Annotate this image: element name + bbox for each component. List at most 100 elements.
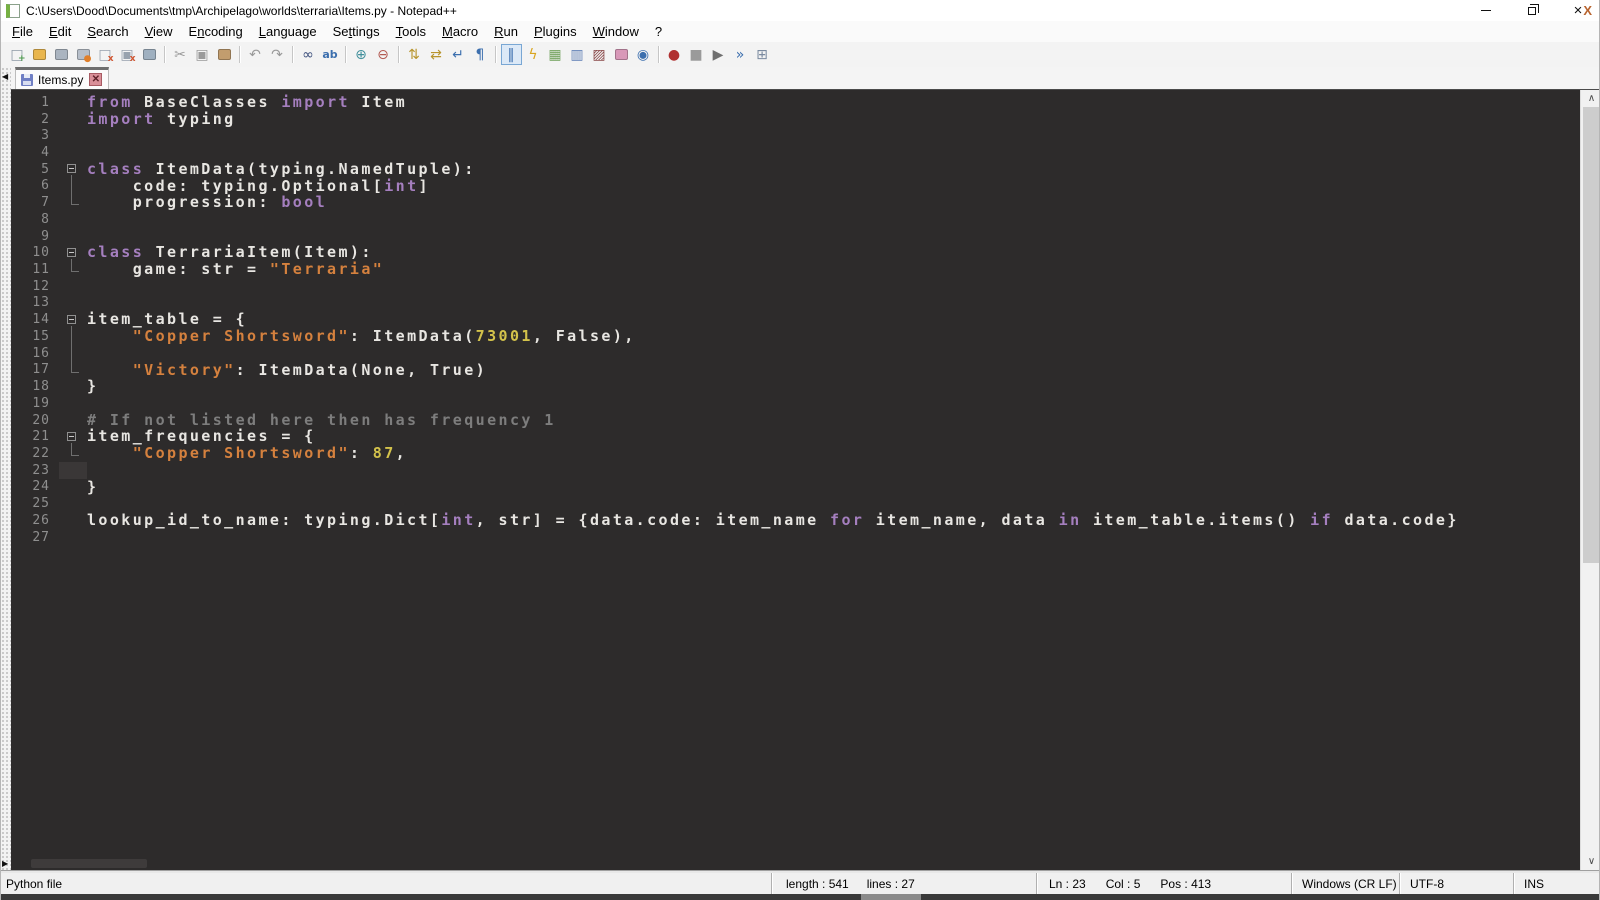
code-line-15[interactable]: 15 "Copper Shortsword": ItemData(73001, … <box>11 328 1580 345</box>
save-icon[interactable] <box>51 44 72 65</box>
code-line-20[interactable]: 20# If not listed here then has frequenc… <box>11 412 1580 429</box>
menu-language[interactable]: Language <box>251 21 325 42</box>
print-icon[interactable] <box>139 44 160 65</box>
close-document-x-button[interactable]: X <box>1583 3 1592 18</box>
sync-vertical-icon[interactable]: ⇅ <box>404 44 425 65</box>
code-line-9[interactable]: 9 <box>11 228 1580 245</box>
code-line-11[interactable]: 11 game: str = "Terraria" <box>11 261 1580 278</box>
fold-margin-start[interactable] <box>59 311 87 328</box>
editor-pane[interactable]: 1from BaseClasses import Item2import typ… <box>11 90 1600 870</box>
code-line-26[interactable]: 26lookup_id_to_name: typing.Dict[int, st… <box>11 512 1580 529</box>
vertical-scrollbar-thumb[interactable] <box>1583 107 1600 563</box>
open-file-icon[interactable] <box>29 44 50 65</box>
zoom-out-icon[interactable]: ⊖ <box>373 44 394 65</box>
code-line-25[interactable]: 25 <box>11 495 1580 512</box>
code-line-23[interactable]: 23 <box>11 462 1580 479</box>
show-all-characters-icon[interactable]: ¶ <box>470 44 491 65</box>
close-button[interactable]: × <box>1555 0 1600 21</box>
macro-play-icon[interactable]: ▶ <box>708 44 729 65</box>
menu-file[interactable]: File <box>4 21 41 42</box>
tab-items-py[interactable]: Items.py ✕ <box>15 67 109 89</box>
indent-guide-icon[interactable]: ‖ <box>501 44 522 65</box>
project-panel-icon[interactable] <box>611 44 632 65</box>
word-wrap-icon[interactable]: ↵ <box>448 44 469 65</box>
fold-margin <box>59 412 87 429</box>
new-file-icon[interactable]: □+ <box>7 44 28 65</box>
menu-run[interactable]: Run <box>486 21 526 42</box>
dock-right-arrow[interactable]: ▶ <box>2 860 8 868</box>
code-line-5[interactable]: 5class ItemData(typing.NamedTuple): <box>11 161 1580 178</box>
fold-collapse-box-icon[interactable] <box>67 164 76 173</box>
minimize-button[interactable] <box>1463 0 1509 21</box>
document-monitoring-icon[interactable]: ◉ <box>633 44 654 65</box>
replace-icon[interactable]: ab <box>320 44 341 65</box>
code-line-18[interactable]: 18} <box>11 378 1580 395</box>
zoom-in-icon[interactable]: ⊕ <box>351 44 372 65</box>
line-number: 23 <box>11 463 59 478</box>
code-line-12[interactable]: 12 <box>11 278 1580 295</box>
macro-stop-icon[interactable]: ■ <box>686 44 707 65</box>
find-icon[interactable]: ∞ <box>298 44 319 65</box>
menu-view[interactable]: View <box>137 21 181 42</box>
close-file-icon[interactable]: □x <box>95 44 116 65</box>
code-line-7[interactable]: 7 progression: bool <box>11 194 1580 211</box>
menu-edit[interactable]: Edit <box>41 21 79 42</box>
menu-tools[interactable]: Tools <box>388 21 434 42</box>
code-line-13[interactable]: 13 <box>11 295 1580 312</box>
close-all-icon[interactable]: ▣x <box>117 44 138 65</box>
scroll-up-arrow[interactable]: ∧ <box>1581 90 1600 107</box>
folder-as-workspace-icon[interactable]: ▨ <box>589 44 610 65</box>
fold-margin-start[interactable] <box>59 428 87 445</box>
undo-icon[interactable]: ↶ <box>245 44 266 65</box>
copy-icon[interactable]: ▣ <box>192 44 213 65</box>
menu-help[interactable]: ? <box>647 21 670 42</box>
fold-collapse-box-icon[interactable] <box>67 432 76 441</box>
menu-macro[interactable]: Macro <box>434 21 486 42</box>
menu-encoding[interactable]: Encoding <box>181 21 251 42</box>
document-map-icon[interactable]: ▦ <box>545 44 566 65</box>
fold-margin-start[interactable] <box>59 244 87 261</box>
sync-horizontal-icon[interactable]: ⇄ <box>426 44 447 65</box>
redo-icon[interactable]: ↷ <box>267 44 288 65</box>
restore-button[interactable] <box>1509 0 1555 21</box>
horizontal-scrollbar-thumb[interactable] <box>31 859 147 868</box>
tab-close-icon[interactable]: ✕ <box>89 73 102 86</box>
code-line-14[interactable]: 14 item_table = { <box>11 311 1580 328</box>
code-line-17[interactable]: 17 "Victory": ItemData(None, True) <box>11 362 1580 379</box>
code-line-22[interactable]: 22 "Copper Shortsword": 87, <box>11 445 1580 462</box>
code-line-21[interactable]: 21item_frequencies = { <box>11 428 1580 445</box>
line-number: 14 <box>11 312 59 327</box>
code-region[interactable]: 1from BaseClasses import Item2import typ… <box>11 90 1580 870</box>
fold-collapse-box-icon[interactable] <box>67 248 76 257</box>
code-line-16[interactable]: 16 <box>11 345 1580 362</box>
code-line-3[interactable]: 3 <box>11 127 1580 144</box>
vertical-scrollbar[interactable]: ∧ ∨ <box>1580 90 1600 870</box>
function-list-icon[interactable]: ϟ <box>523 44 544 65</box>
cut-icon[interactable]: ✂ <box>170 44 191 65</box>
menu-settings[interactable]: Settings <box>325 21 388 42</box>
code-line-6[interactable]: 6 code: typing.Optional[int] <box>11 178 1580 195</box>
code-segment: item_table = { <box>87 310 247 328</box>
fold-margin-start[interactable] <box>59 161 87 178</box>
menu-search[interactable]: Search <box>79 21 136 42</box>
code-line-10[interactable]: 10class TerrariaItem(Item): <box>11 244 1580 261</box>
save-all-icon[interactable]: ● <box>73 44 94 65</box>
code-line-4[interactable]: 4 <box>11 144 1580 161</box>
code-line-24[interactable]: 24} <box>11 479 1580 496</box>
tab-scroll-left-arrow[interactable]: ◀ <box>2 73 8 81</box>
code-line-27[interactable]: 27 <box>11 529 1580 546</box>
scroll-down-arrow[interactable]: ∨ <box>1581 853 1600 870</box>
menu-plugins[interactable]: Plugins <box>526 21 585 42</box>
code-line-1[interactable]: 1from BaseClasses import Item <box>11 94 1580 111</box>
macro-record-icon[interactable]: ● <box>664 44 685 65</box>
code-line-19[interactable]: 19 <box>11 395 1580 412</box>
paste-icon[interactable] <box>214 44 235 65</box>
macro-save-icon[interactable]: ⊞ <box>752 44 773 65</box>
code-line-8[interactable]: 8 <box>11 211 1580 228</box>
fold-collapse-box-icon[interactable] <box>67 315 76 324</box>
macro-run-multiple-icon[interactable]: » <box>730 44 751 65</box>
code-line-2[interactable]: 2import typing <box>11 111 1580 128</box>
document-list-icon[interactable]: ▥ <box>567 44 588 65</box>
menu-window[interactable]: Window <box>585 21 647 42</box>
code-segment: import <box>281 93 350 111</box>
